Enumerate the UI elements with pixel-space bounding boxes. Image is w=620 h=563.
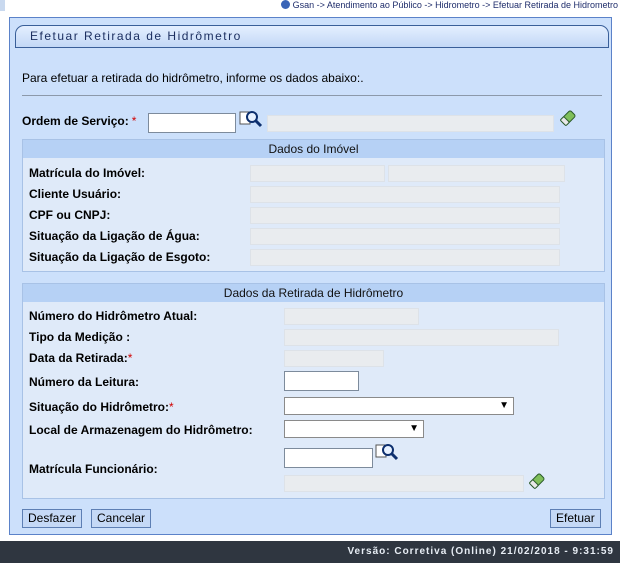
tipo-medicao-field xyxy=(284,329,559,346)
section-dados-imovel: Dados do Imóvel Matrícula do Imóvel: Cli… xyxy=(22,139,605,272)
situacao-agua-label: Situação da Ligação de Água: xyxy=(29,229,200,243)
cliente-usuario-label: Cliente Usuário: xyxy=(29,187,122,201)
matricula-imovel-field xyxy=(250,165,385,182)
efetuar-button[interactable]: Efetuar xyxy=(550,509,601,528)
gsan-icon xyxy=(280,0,290,9)
version-footer: Versão: Corretiva (Online) 21/02/2018 - … xyxy=(0,541,620,563)
desfazer-button[interactable]: Desfazer xyxy=(22,509,83,528)
matricula-funcionario-description xyxy=(284,475,524,492)
data-retirada-field xyxy=(284,350,384,367)
matricula-funcionario-label: Matrícula Funcionário: xyxy=(29,462,158,476)
breadcrumb: Gsan -> Atendimento ao Público -> Hidrom… xyxy=(280,0,618,11)
intro-text: Para efetuar a retirada do hidrômetro, i… xyxy=(22,71,364,85)
search-icon[interactable] xyxy=(375,442,399,464)
chevron-down-icon: ▼ xyxy=(499,400,509,411)
cpf-cnpj-label: CPF ou CNPJ: xyxy=(29,208,111,222)
ordem-servico-description xyxy=(267,115,554,132)
section-dados-retirada-title: Dados da Retirada de Hidrômetro xyxy=(23,284,604,302)
eraser-icon[interactable] xyxy=(527,471,547,491)
matricula-imovel-label: Matrícula do Imóvel: xyxy=(29,166,146,180)
main-panel: Efetuar Retirada de Hidrômetro Para efet… xyxy=(9,17,612,535)
numero-leitura-input[interactable] xyxy=(284,371,359,391)
section-dados-imovel-title: Dados do Imóvel xyxy=(23,140,604,158)
situacao-hidrometro-select[interactable]: ▼ xyxy=(284,397,514,415)
local-armazenagem-select[interactable]: ▼ xyxy=(284,420,424,438)
situacao-agua-field xyxy=(250,228,560,245)
cliente-usuario-field xyxy=(250,186,560,203)
matricula-funcionario-input[interactable] xyxy=(284,448,373,468)
situacao-esgoto-label: Situação da Ligação de Esgoto: xyxy=(29,250,211,264)
divider xyxy=(22,95,602,96)
panel-title: Efetuar Retirada de Hidrômetro xyxy=(15,25,609,48)
numero-hidrometro-label: Número do Hidrômetro Atual: xyxy=(29,309,198,323)
data-retirada-label: Data da Retirada:* xyxy=(29,351,133,365)
numero-hidrometro-field xyxy=(284,308,419,325)
situacao-hidrometro-label: Situação do Hidrômetro:* xyxy=(29,400,174,414)
matricula-imovel-description xyxy=(388,165,565,182)
breadcrumb-text: Gsan -> Atendimento ao Público -> Hidrom… xyxy=(292,0,618,10)
ordem-servico-input[interactable] xyxy=(148,113,236,133)
search-icon[interactable] xyxy=(239,109,263,131)
numero-leitura-label: Número da Leitura: xyxy=(29,375,140,389)
cpf-cnpj-field xyxy=(250,207,560,224)
ordem-servico-label: Ordem de Serviço: * xyxy=(22,114,137,128)
chevron-down-icon: ▼ xyxy=(409,423,419,434)
top-bar: Gsan -> Atendimento ao Público -> Hidrom… xyxy=(0,0,620,11)
cancelar-button[interactable]: Cancelar xyxy=(91,509,152,528)
local-armazenagem-label: Local de Armazenagem do Hidrômetro: xyxy=(29,423,253,437)
top-bar-marker xyxy=(0,0,5,11)
section-dados-retirada: Dados da Retirada de Hidrômetro Número d… xyxy=(22,283,605,499)
eraser-icon[interactable] xyxy=(558,108,578,128)
situacao-esgoto-field xyxy=(250,249,560,266)
tipo-medicao-label: Tipo da Medição : xyxy=(29,330,131,344)
